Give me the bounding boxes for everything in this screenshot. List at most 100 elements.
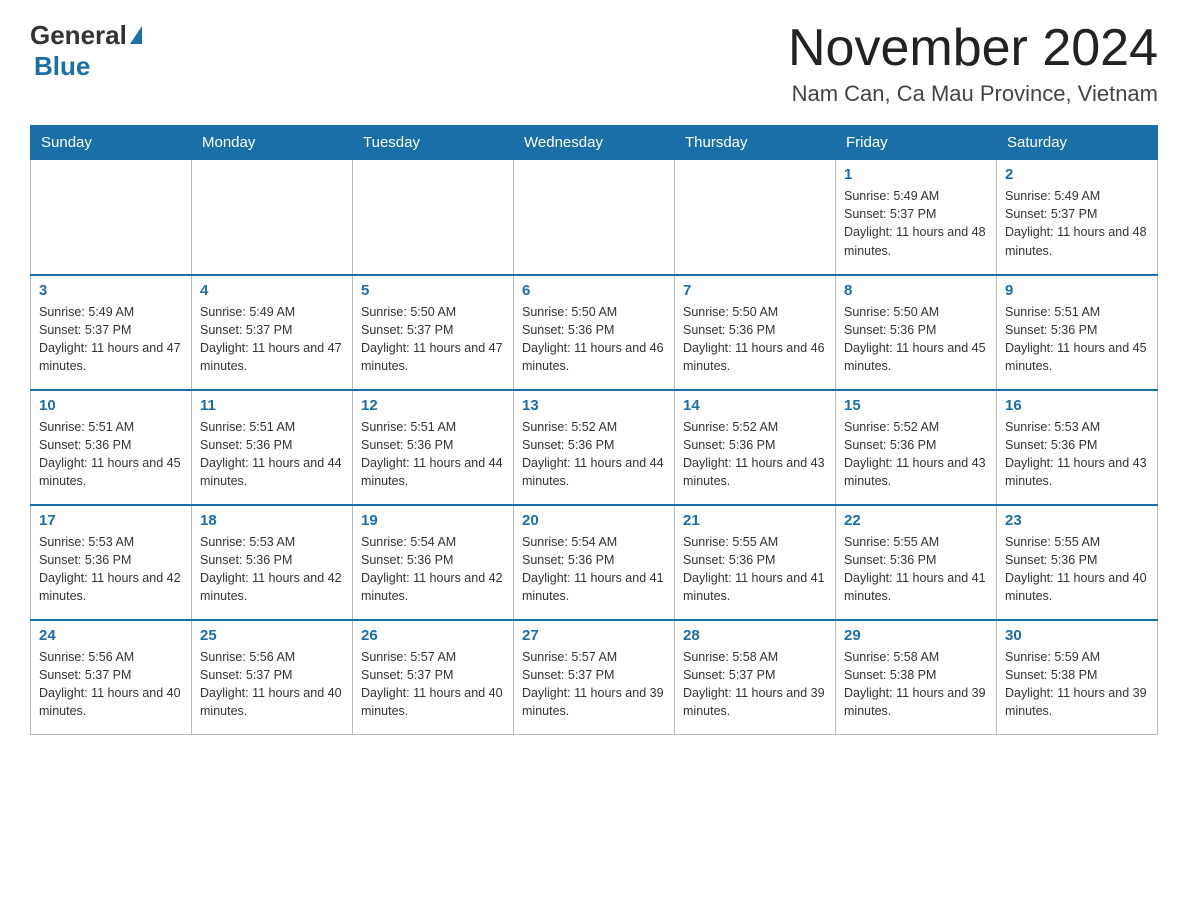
table-row: 1 Sunrise: 5:49 AM Sunset: 5:37 PM Daylig… (836, 160, 997, 275)
day-info: Sunrise: 5:50 AM Sunset: 5:36 PM Dayligh… (522, 303, 666, 376)
table-row: 25Sunrise: 5:56 AM Sunset: 5:37 PM Dayli… (192, 620, 353, 735)
day-info: Sunrise: 5:55 AM Sunset: 5:36 PM Dayligh… (1005, 533, 1149, 606)
main-title: November 2024 (788, 20, 1158, 77)
day-info: Sunrise: 5:51 AM Sunset: 5:36 PM Dayligh… (361, 418, 505, 491)
table-row: 29 Sunrise: 5:58 AM Sunset: 5:38 PM Dayli… (836, 620, 997, 735)
day-info: Sunrise: 5:49 AM Sunset: 5:37 PM Dayligh… (844, 187, 988, 260)
table-row: 30 Sunrise: 5:59 AM Sunset: 5:38 PM Dayli… (997, 620, 1158, 735)
table-row: 7 Sunrise: 5:50 AM Sunset: 5:36 PM Daylig… (675, 275, 836, 390)
day-info: Sunrise: 5:54 AM Sunset: 5:36 PM Dayligh… (361, 533, 505, 606)
table-row: 11Sunrise: 5:51 AM Sunset: 5:36 PM Dayli… (192, 390, 353, 505)
logo: General (30, 20, 142, 51)
day-info: Sunrise: 5:58 AM Sunset: 5:38 PM Dayligh… (844, 648, 988, 721)
table-row: 23 Sunrise: 5:55 AM Sunset: 5:36 PM Dayli… (997, 505, 1158, 620)
calendar-week-row: 17 Sunrise: 5:53 AM Sunset: 5:36 PM Dayli… (31, 505, 1158, 620)
table-row: 9 Sunrise: 5:51 AM Sunset: 5:36 PM Daylig… (997, 275, 1158, 390)
day-number: 22 (844, 512, 988, 529)
day-number: 11 (200, 397, 344, 414)
day-info: Sunrise: 5:57 AM Sunset: 5:37 PM Dayligh… (522, 648, 666, 721)
day-number: 13 (522, 397, 666, 414)
table-row: 2 Sunrise: 5:49 AM Sunset: 5:37 PM Daylig… (997, 160, 1158, 275)
day-info: Sunrise: 5:58 AM Sunset: 5:37 PM Dayligh… (683, 648, 827, 721)
header-tuesday: Tuesday (353, 126, 514, 160)
table-row: 24 Sunrise: 5:56 AM Sunset: 5:37 PM Dayli… (31, 620, 192, 735)
day-number: 23 (1005, 512, 1149, 529)
table-row: 8Sunrise: 5:50 AM Sunset: 5:36 PM Daylig… (836, 275, 997, 390)
day-info: Sunrise: 5:51 AM Sunset: 5:36 PM Dayligh… (1005, 303, 1149, 376)
day-number: 7 (683, 282, 827, 299)
table-row: 4 Sunrise: 5:49 AM Sunset: 5:37 PM Daylig… (192, 275, 353, 390)
day-info: Sunrise: 5:54 AM Sunset: 5:36 PM Dayligh… (522, 533, 666, 606)
day-number: 30 (1005, 627, 1149, 644)
day-number: 24 (39, 627, 183, 644)
day-number: 9 (1005, 282, 1149, 299)
table-row: 6 Sunrise: 5:50 AM Sunset: 5:36 PM Daylig… (514, 275, 675, 390)
day-info: Sunrise: 5:49 AM Sunset: 5:37 PM Dayligh… (200, 303, 344, 376)
calendar-week-row: 24 Sunrise: 5:56 AM Sunset: 5:37 PM Dayli… (31, 620, 1158, 735)
table-row: 10 Sunrise: 5:51 AM Sunset: 5:36 PM Dayli… (31, 390, 192, 505)
day-number: 18 (200, 512, 344, 529)
calendar-week-row: 3 Sunrise: 5:49 AM Sunset: 5:37 PM Daylig… (31, 275, 1158, 390)
header-thursday: Thursday (675, 126, 836, 160)
day-info: Sunrise: 5:52 AM Sunset: 5:36 PM Dayligh… (522, 418, 666, 491)
table-row (31, 160, 192, 275)
table-row (192, 160, 353, 275)
day-number: 10 (39, 397, 183, 414)
day-number: 27 (522, 627, 666, 644)
table-row (514, 160, 675, 275)
day-number: 2 (1005, 166, 1149, 183)
day-info: Sunrise: 5:55 AM Sunset: 5:36 PM Dayligh… (683, 533, 827, 606)
day-number: 17 (39, 512, 183, 529)
day-number: 1 (844, 166, 988, 183)
day-info: Sunrise: 5:59 AM Sunset: 5:38 PM Dayligh… (1005, 648, 1149, 721)
day-number: 5 (361, 282, 505, 299)
day-info: Sunrise: 5:53 AM Sunset: 5:36 PM Dayligh… (1005, 418, 1149, 491)
header-friday: Friday (836, 126, 997, 160)
table-row (675, 160, 836, 275)
day-info: Sunrise: 5:50 AM Sunset: 5:36 PM Dayligh… (683, 303, 827, 376)
table-row: 28 Sunrise: 5:58 AM Sunset: 5:37 PM Dayli… (675, 620, 836, 735)
day-number: 28 (683, 627, 827, 644)
table-row: 27 Sunrise: 5:57 AM Sunset: 5:37 PM Dayli… (514, 620, 675, 735)
logo-area: General Blue (30, 20, 142, 82)
table-row: 3 Sunrise: 5:49 AM Sunset: 5:37 PM Daylig… (31, 275, 192, 390)
header-monday: Monday (192, 126, 353, 160)
logo-triangle-icon (130, 26, 142, 44)
day-info: Sunrise: 5:52 AM Sunset: 5:36 PM Dayligh… (683, 418, 827, 491)
day-number: 19 (361, 512, 505, 529)
day-number: 29 (844, 627, 988, 644)
table-row: 17 Sunrise: 5:53 AM Sunset: 5:36 PM Dayli… (31, 505, 192, 620)
header-sunday: Sunday (31, 126, 192, 160)
header-saturday: Saturday (997, 126, 1158, 160)
calendar-week-row: 1 Sunrise: 5:49 AM Sunset: 5:37 PM Daylig… (31, 160, 1158, 275)
calendar-table: Sunday Monday Tuesday Wednesday Thursday… (30, 125, 1158, 735)
table-row: 15Sunrise: 5:52 AM Sunset: 5:36 PM Dayli… (836, 390, 997, 505)
day-info: Sunrise: 5:53 AM Sunset: 5:36 PM Dayligh… (39, 533, 183, 606)
day-info: Sunrise: 5:49 AM Sunset: 5:37 PM Dayligh… (39, 303, 183, 376)
table-row (353, 160, 514, 275)
table-row: 16 Sunrise: 5:53 AM Sunset: 5:36 PM Dayli… (997, 390, 1158, 505)
day-info: Sunrise: 5:51 AM Sunset: 5:36 PM Dayligh… (39, 418, 183, 491)
day-number: 3 (39, 282, 183, 299)
header-wednesday: Wednesday (514, 126, 675, 160)
day-info: Sunrise: 5:57 AM Sunset: 5:37 PM Dayligh… (361, 648, 505, 721)
day-info: Sunrise: 5:49 AM Sunset: 5:37 PM Dayligh… (1005, 187, 1149, 260)
day-number: 25 (200, 627, 344, 644)
day-number: 15 (844, 397, 988, 414)
subtitle: Nam Can, Ca Mau Province, Vietnam (788, 81, 1158, 107)
day-number: 12 (361, 397, 505, 414)
day-number: 16 (1005, 397, 1149, 414)
day-info: Sunrise: 5:56 AM Sunset: 5:37 PM Dayligh… (39, 648, 183, 721)
table-row: 20Sunrise: 5:54 AM Sunset: 5:36 PM Dayli… (514, 505, 675, 620)
day-number: 4 (200, 282, 344, 299)
day-number: 6 (522, 282, 666, 299)
table-row: 12 Sunrise: 5:51 AM Sunset: 5:36 PM Dayli… (353, 390, 514, 505)
table-row: 19 Sunrise: 5:54 AM Sunset: 5:36 PM Dayli… (353, 505, 514, 620)
day-number: 26 (361, 627, 505, 644)
table-row: 5Sunrise: 5:50 AM Sunset: 5:37 PM Daylig… (353, 275, 514, 390)
table-row: 21Sunrise: 5:55 AM Sunset: 5:36 PM Dayli… (675, 505, 836, 620)
table-row: 18Sunrise: 5:53 AM Sunset: 5:36 PM Dayli… (192, 505, 353, 620)
day-info: Sunrise: 5:55 AM Sunset: 5:36 PM Dayligh… (844, 533, 988, 606)
calendar-week-row: 10 Sunrise: 5:51 AM Sunset: 5:36 PM Dayli… (31, 390, 1158, 505)
day-number: 8 (844, 282, 988, 299)
